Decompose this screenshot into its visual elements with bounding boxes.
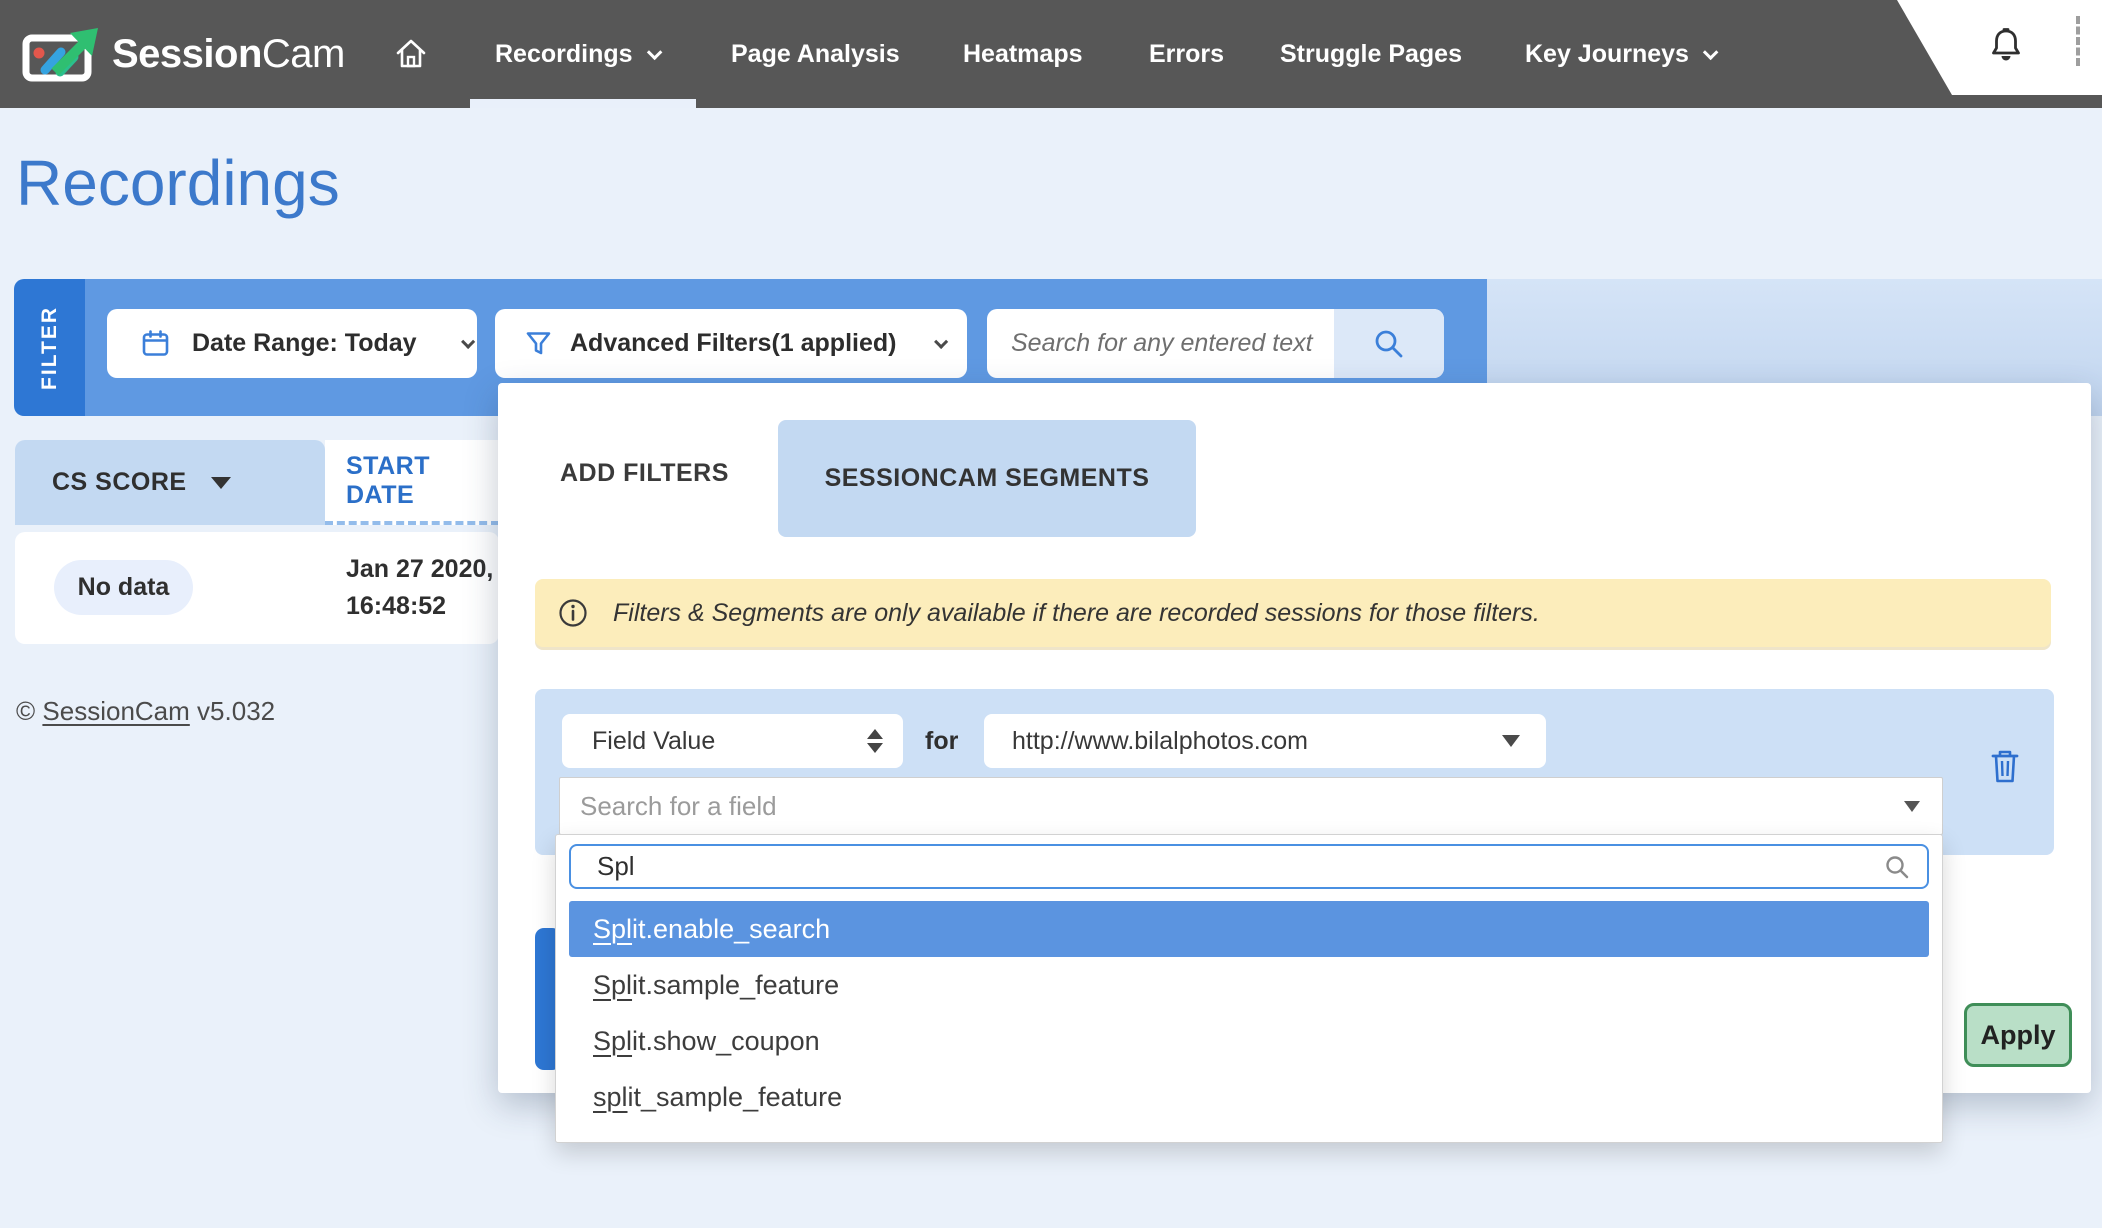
site-select-value: http://www.bilalphotos.com	[1012, 727, 1308, 756]
sessioncam-logo-icon	[22, 26, 102, 82]
filter-tab-label: FILTER	[38, 306, 62, 390]
tab-sessioncam-segments[interactable]: SESSIONCAM SEGMENTS	[778, 420, 1196, 537]
chevron-down-icon	[1703, 44, 1719, 60]
page-title: Recordings	[16, 146, 340, 220]
tab-add-filters[interactable]: ADD FILTERS	[560, 459, 729, 488]
field-search-input[interactable]: Spl	[571, 851, 1883, 882]
nav-errors-label: Errors	[1149, 40, 1224, 69]
filter-condition-row: Field Value for http://www.bilalphotos.c…	[535, 689, 2054, 855]
version-label: v5.032	[197, 696, 275, 726]
nav-home[interactable]	[394, 0, 428, 108]
updown-arrows-icon	[867, 729, 883, 753]
dropdown-arrow-icon	[1904, 801, 1920, 812]
nav-recordings-label: Recordings	[495, 40, 633, 69]
chevron-down-icon	[935, 334, 949, 348]
column-header-cs-score[interactable]: CS SCORE	[15, 440, 325, 525]
home-icon	[394, 37, 428, 71]
sessioncam-link[interactable]: SessionCam	[42, 696, 189, 726]
nav-struggle-pages[interactable]: Struggle Pages	[1280, 0, 1462, 108]
nav-heatmaps[interactable]: Heatmaps	[963, 0, 1083, 108]
info-banner: Filters & Segments are only available if…	[535, 579, 2051, 647]
notifications-button[interactable]	[1988, 26, 2024, 71]
chevron-down-icon	[646, 44, 662, 60]
top-nav: SessionCam Recordings Page Analysis Heat…	[0, 0, 2102, 108]
field-select-placeholder: Search for a field	[560, 791, 1904, 822]
text-search-box: Search for any entered text	[987, 309, 1444, 378]
start-date-header-label: START DATE	[346, 452, 499, 510]
nav-struggle-pages-label: Struggle Pages	[1280, 40, 1462, 69]
brand-name-light: Cam	[262, 32, 345, 76]
nav-key-journeys-label: Key Journeys	[1525, 40, 1689, 69]
filter-tab[interactable]: FILTER	[14, 279, 85, 416]
trash-icon	[1990, 749, 2020, 785]
field-select[interactable]: Search for a field	[559, 777, 1943, 835]
start-date-value: Jan 27 2020, 16:48:52	[346, 551, 493, 625]
bell-icon	[1988, 26, 2024, 66]
info-icon	[557, 597, 589, 629]
site-select[interactable]: http://www.bilalphotos.com	[984, 714, 1546, 768]
search-icon	[1372, 327, 1406, 361]
nav-errors[interactable]: Errors	[1149, 0, 1224, 108]
info-banner-text: Filters & Segments are only available if…	[613, 599, 1540, 628]
nav-heatmaps-label: Heatmaps	[963, 40, 1083, 69]
brand-name: SessionCam	[112, 32, 345, 77]
table-row[interactable]: No data Jan 27 2020, 16:48:52	[15, 532, 499, 644]
field-type-select[interactable]: Field Value	[562, 714, 903, 768]
advanced-filters-button[interactable]: Advanced Filters(1 applied)	[495, 309, 967, 378]
search-submit-button[interactable]	[1334, 309, 1444, 378]
advanced-filters-panel: ADD FILTERS SESSIONCAM SEGMENTS Filters …	[498, 383, 2091, 1093]
start-date-line2: 16:48:52	[346, 588, 493, 625]
nav-page-analysis-label: Page Analysis	[731, 40, 900, 69]
column-header-start-date[interactable]: START DATE	[325, 440, 499, 525]
dropdown-arrow-icon	[1502, 735, 1520, 747]
chevron-down-icon	[461, 334, 475, 348]
nav-key-journeys[interactable]: Key Journeys	[1525, 0, 1714, 108]
cs-score-header-label: CS SCORE	[52, 468, 187, 497]
search-icon	[1883, 853, 1911, 881]
copyright-symbol: ©	[16, 696, 35, 726]
advanced-filters-label: Advanced Filters(1 applied)	[570, 329, 896, 358]
version-footer: © SessionCam v5.032	[16, 696, 275, 727]
for-label: for	[925, 714, 958, 768]
nav-page-analysis[interactable]: Page Analysis	[731, 0, 900, 108]
start-date-line1: Jan 27 2020,	[346, 551, 493, 588]
cs-score-badge: No data	[54, 560, 193, 615]
filter-funnel-icon	[525, 330, 552, 357]
active-tab-indicator	[470, 99, 696, 108]
text-search-input[interactable]: Search for any entered text	[987, 329, 1334, 358]
field-option-2[interactable]: Split.sample_feature	[569, 957, 1929, 1013]
date-range-label: Date Range: Today	[192, 329, 417, 358]
brand[interactable]: SessionCam	[22, 0, 345, 108]
field-type-value: Field Value	[592, 727, 715, 756]
recordings-screen: SessionCam Recordings Page Analysis Heat…	[0, 0, 2102, 1228]
date-range-button[interactable]: Date Range: Today	[107, 309, 477, 378]
brand-name-bold: Session	[112, 32, 262, 76]
apply-button[interactable]: Apply	[1964, 1003, 2072, 1067]
kebab-menu[interactable]	[2076, 16, 2080, 66]
delete-filter-button[interactable]	[1990, 749, 2020, 790]
field-option-4[interactable]: split_sample_feature	[569, 1069, 1929, 1125]
nav-corner-notch	[1857, 0, 2102, 95]
sort-desc-icon	[211, 477, 231, 489]
field-option-1[interactable]: Split.enable_search	[569, 901, 1929, 957]
calendar-icon	[141, 329, 170, 358]
field-search-dropdown: Spl Split.enable_search Split.sample_fea…	[555, 834, 1943, 1143]
field-search-input-box: Spl	[569, 844, 1929, 889]
field-option-3[interactable]: Split.show_coupon	[569, 1013, 1929, 1069]
nav-recordings[interactable]: Recordings	[495, 0, 658, 108]
